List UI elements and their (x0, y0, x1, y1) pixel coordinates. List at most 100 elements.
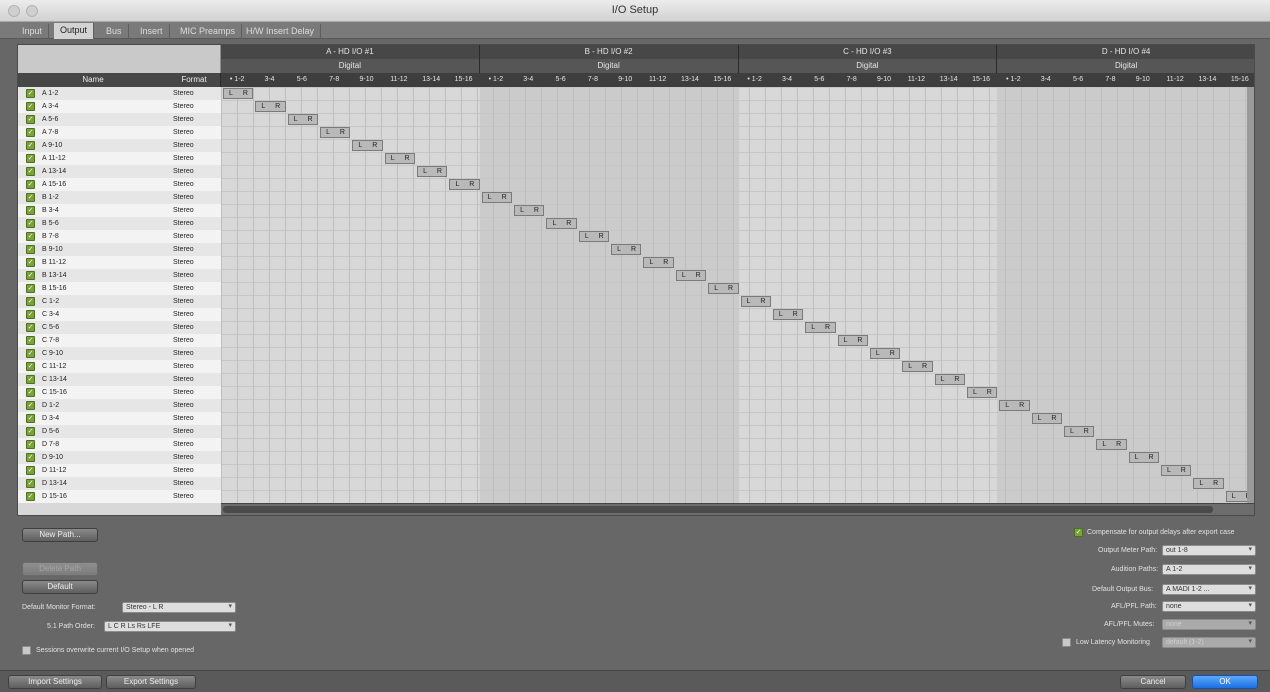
path-name[interactable]: A 1-2 (42, 87, 58, 100)
path-row[interactable]: ✓ B 5-6 Stereo (18, 217, 221, 230)
channel-header[interactable]: 5-6 (285, 73, 319, 87)
path-row[interactable]: ✓ B 3-4 Stereo (18, 204, 221, 217)
path-active-checkbox[interactable]: ✓ (26, 440, 35, 449)
delete-path-button[interactable]: Delete Path (22, 562, 98, 576)
path-row[interactable]: ✓ A 9-10 Stereo (18, 139, 221, 152)
path-active-checkbox[interactable]: ✓ (26, 115, 35, 124)
monitor-format-select[interactable]: Stereo - L R ▾ (122, 602, 236, 613)
path-active-checkbox[interactable]: ✓ (26, 323, 35, 332)
path-row[interactable]: ✓ B 9-10 Stereo (18, 243, 221, 256)
path-active-checkbox[interactable]: ✓ (26, 349, 35, 358)
channel-assignment[interactable]: LR (1031, 413, 1062, 424)
channel-assignment[interactable]: LR (934, 374, 965, 385)
ok-button[interactable]: OK (1192, 675, 1258, 689)
path-active-checkbox[interactable]: ✓ (26, 401, 35, 410)
path-name[interactable]: A 3-4 (42, 100, 58, 113)
channel-assignment[interactable]: LR (869, 348, 901, 359)
path-row[interactable]: ✓ D 13-14 Stereo (18, 477, 221, 490)
vertical-scrollbar[interactable] (1247, 87, 1254, 503)
channel-header[interactable]: 15-16 (964, 73, 998, 87)
path-row[interactable]: ✓ D 11-12 Stereo (18, 464, 221, 477)
path-row[interactable]: ✓ C 3-4 Stereo (18, 308, 221, 321)
path-row[interactable]: ✓ D 15-16 Stereo (18, 490, 221, 503)
path-row[interactable]: ✓ B 13-14 Stereo (18, 269, 221, 282)
channel-header[interactable]: • 1-2 (479, 73, 513, 87)
path-row[interactable]: ✓ A 7-8 Stereo (18, 126, 221, 139)
path-name[interactable]: D 5-6 (42, 425, 59, 438)
path-active-checkbox[interactable]: ✓ (26, 141, 35, 150)
path-row[interactable]: ✓ A 1-2 Stereo (18, 87, 221, 100)
name-column-header[interactable]: Name (18, 73, 168, 87)
path-name[interactable]: A 9-10 (42, 139, 62, 152)
default-button[interactable]: Default (22, 580, 98, 594)
path-active-checkbox[interactable]: ✓ (26, 427, 35, 436)
channel-assignment[interactable]: LR (805, 322, 836, 333)
path-name[interactable]: A 11-12 (42, 152, 66, 165)
channel-assignment[interactable]: LR (255, 101, 286, 112)
path-row[interactable]: ✓ C 1-2 Stereo (18, 295, 221, 308)
format-column-header[interactable]: Format (168, 73, 221, 87)
channel-assignment[interactable]: LR (223, 88, 254, 99)
path-name[interactable]: C 3-4 (42, 308, 59, 321)
channel-assignment[interactable]: LR (1128, 452, 1159, 463)
channel-header[interactable]: 7-8 (1094, 73, 1127, 87)
channel-assignment[interactable]: LR (320, 127, 351, 138)
tab-mic-preamps[interactable]: MIC Preamps (174, 24, 243, 39)
afl-path-select[interactable]: none ▾ (1162, 601, 1256, 612)
tab-output[interactable]: Output (54, 23, 95, 39)
path-active-checkbox[interactable]: ✓ (26, 375, 35, 384)
channel-assignment[interactable]: LR (1193, 478, 1224, 489)
channel-assignment[interactable]: LR (1096, 439, 1127, 450)
channel-header[interactable]: • 1-2 (997, 73, 1030, 87)
import-settings-button[interactable]: Import Settings (8, 675, 102, 689)
path-active-checkbox[interactable]: ✓ (26, 388, 35, 397)
path-row[interactable]: ✓ D 9-10 Stereo (18, 451, 221, 464)
channel-assignment[interactable]: LR (449, 179, 480, 190)
path-name[interactable]: A 7-8 (42, 126, 58, 139)
channel-header[interactable]: 15-16 (447, 73, 480, 87)
path-name[interactable]: C 11-12 (42, 360, 66, 373)
low-latency-select[interactable]: default (1-2) ▾ (1162, 637, 1256, 648)
channel-header[interactable]: 13-14 (415, 73, 448, 87)
path-row[interactable]: ✓ D 5-6 Stereo (18, 425, 221, 438)
channel-assignment[interactable]: LR (611, 244, 642, 255)
channel-assignment[interactable]: LR (999, 400, 1030, 411)
channel-assignment[interactable]: LR (352, 140, 383, 151)
path-row[interactable]: ✓ C 13-14 Stereo (18, 373, 221, 386)
path-row[interactable]: ✓ A 15-16 Stereo (18, 178, 221, 191)
channel-header[interactable]: 9-10 (1126, 73, 1159, 87)
channel-assignment[interactable]: LR (1063, 426, 1095, 437)
path-active-checkbox[interactable]: ✓ (26, 258, 35, 267)
path-row[interactable]: ✓ B 1-2 Stereo (18, 191, 221, 204)
path-active-checkbox[interactable]: ✓ (26, 89, 35, 98)
channel-assignment[interactable]: LR (384, 153, 416, 164)
tab-input[interactable]: Input (16, 24, 50, 39)
path-name[interactable]: A 15-16 (42, 178, 66, 191)
path-name[interactable]: C 9-10 (42, 347, 63, 360)
channel-header[interactable]: 3-4 (770, 73, 804, 87)
channel-assignment[interactable]: LR (481, 192, 513, 203)
path-active-checkbox[interactable]: ✓ (26, 297, 35, 306)
channel-header[interactable]: 3-4 (1029, 73, 1062, 87)
channel-assignment[interactable]: LR (546, 218, 577, 229)
path-name[interactable]: D 9-10 (42, 451, 63, 464)
path-name[interactable]: B 11-12 (42, 256, 66, 269)
path-order-select[interactable]: L C R Ls Rs LFE ▾ (104, 621, 236, 632)
path-name[interactable]: C 7-8 (42, 334, 59, 347)
default-bus-select[interactable]: A MADI 1-2 ... ▾ (1162, 584, 1256, 595)
channel-assignment[interactable]: LR (966, 387, 998, 398)
path-name[interactable]: D 15-16 (42, 490, 67, 503)
channel-header[interactable]: 9-10 (609, 73, 642, 87)
horizontal-scroll-thumb[interactable] (223, 506, 1213, 513)
export-settings-button[interactable]: Export Settings (106, 675, 196, 689)
path-name[interactable]: A 13-14 (42, 165, 66, 178)
cancel-button[interactable]: Cancel (1120, 675, 1186, 689)
channel-header[interactable]: 3-4 (512, 73, 545, 87)
channel-header[interactable]: 11-12 (1158, 73, 1192, 87)
path-row[interactable]: ✓ D 1-2 Stereo (18, 399, 221, 412)
path-active-checkbox[interactable]: ✓ (26, 180, 35, 189)
path-name[interactable]: B 1-2 (42, 191, 59, 204)
channel-assignment[interactable]: LR (772, 309, 804, 320)
channel-header[interactable]: 7-8 (576, 73, 610, 87)
path-active-checkbox[interactable]: ✓ (26, 271, 35, 280)
